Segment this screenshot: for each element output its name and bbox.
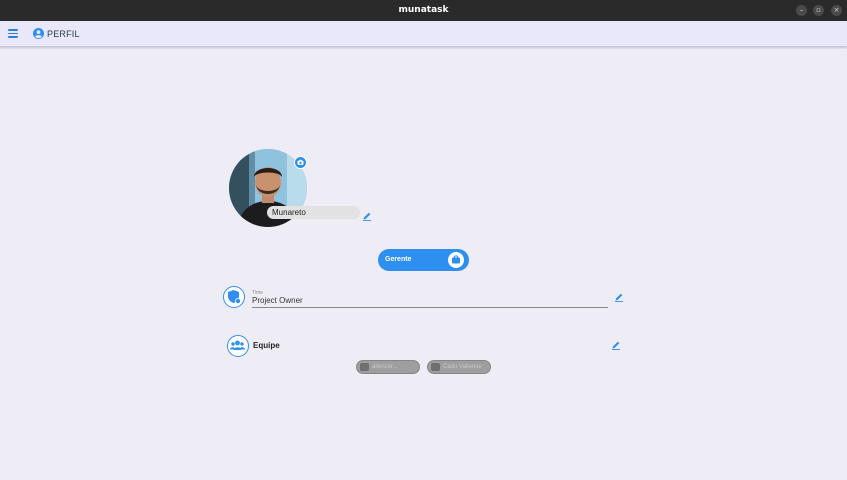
app-bar: PERFIL: [0, 21, 847, 47]
team-section-title: Equipe: [253, 341, 280, 350]
team-member-chip[interactable]: allenzer...: [356, 360, 420, 374]
edit-time-icon[interactable]: [614, 292, 624, 302]
maximize-icon[interactable]: ▫: [813, 5, 824, 16]
camera-icon[interactable]: [294, 156, 307, 169]
member-avatar: [360, 363, 369, 371]
member-name: allenzer...: [372, 364, 398, 370]
role-toggle[interactable]: Gerente: [378, 249, 469, 271]
time-field-underline: [252, 307, 608, 308]
team-shield-icon: [223, 286, 245, 308]
window-title: munatask: [398, 5, 449, 15]
window-title-bar: munatask – ▫ ×: [0, 0, 847, 21]
member-name: Cadu Valiense: [443, 364, 482, 370]
name-field[interactable]: Munareto: [267, 206, 360, 219]
page-title: PERFIL: [47, 29, 80, 39]
edit-name-icon[interactable]: [362, 211, 372, 221]
team-member-chip[interactable]: Cadu Valiense: [427, 360, 491, 374]
member-avatar: [431, 363, 440, 371]
briefcase-icon: [452, 255, 460, 264]
edit-team-icon[interactable]: [611, 340, 621, 350]
time-field-value[interactable]: Project Owner: [252, 296, 303, 305]
menu-icon[interactable]: [8, 29, 18, 38]
close-icon[interactable]: ×: [831, 5, 842, 16]
role-label: Gerente: [385, 256, 412, 263]
minimize-icon[interactable]: –: [796, 5, 807, 16]
group-icon: [227, 335, 249, 357]
role-toggle-knob: [448, 252, 464, 268]
account-circle-icon: [33, 28, 44, 39]
